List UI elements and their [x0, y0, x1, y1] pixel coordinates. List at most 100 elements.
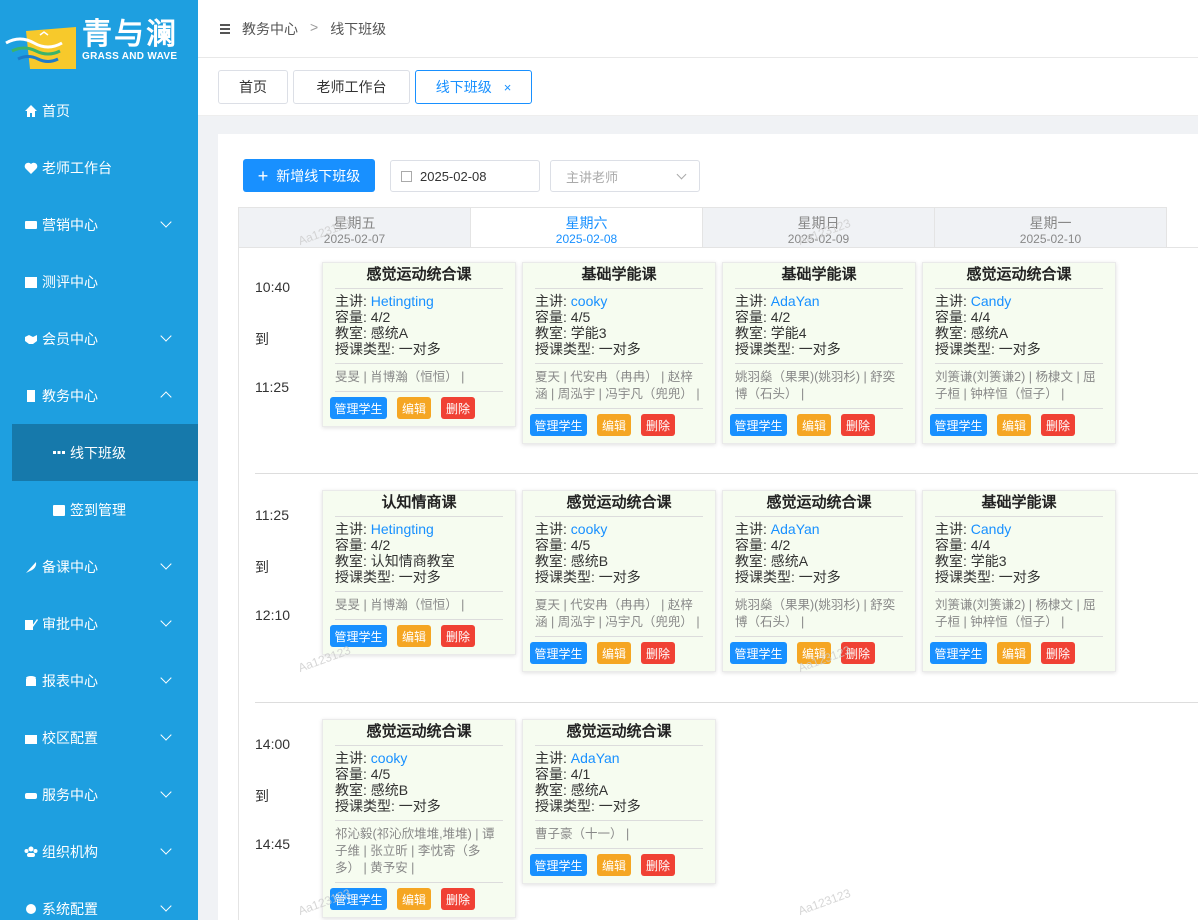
- type-value: 一对多: [598, 341, 641, 357]
- edit-button[interactable]: 编辑: [997, 414, 1031, 436]
- sidebar-item-lesson-prep[interactable]: 备课中心: [0, 538, 198, 595]
- hamburger-icon[interactable]: [220, 23, 230, 34]
- delete-button[interactable]: 删除: [641, 854, 675, 876]
- teacher-label: 主讲:: [335, 293, 371, 309]
- sidebar-item-reports[interactable]: 报表中心: [0, 652, 198, 709]
- breadcrumb-current: 线下班级: [330, 20, 387, 37]
- teacher-name[interactable]: cooky: [571, 521, 608, 537]
- manage-students-button[interactable]: 管理学生: [330, 397, 387, 419]
- chevron-down-icon[interactable]: [160, 786, 172, 798]
- sidebar-item-assessment[interactable]: 测评中心: [0, 253, 198, 310]
- manage-students-button[interactable]: 管理学生: [930, 642, 987, 664]
- sidebar-item-organization[interactable]: 组织机构: [0, 823, 198, 880]
- manage-students-button[interactable]: 管理学生: [530, 414, 587, 436]
- teacher-name[interactable]: AdaYan: [771, 521, 820, 537]
- class-room: 教室: 学能4: [735, 325, 903, 341]
- sidebar-item-teacher-workbench-label: 老师工作台: [42, 159, 112, 176]
- room-label: 教室:: [335, 782, 371, 798]
- edit-button[interactable]: 编辑: [597, 854, 631, 876]
- sidebar-item-checkin[interactable]: 签到管理: [0, 481, 198, 538]
- manage-students-button[interactable]: 管理学生: [530, 642, 587, 664]
- class-capacity: 容量: 4/5: [535, 537, 703, 553]
- breadcrumb-parent[interactable]: 教务中心: [242, 19, 298, 39]
- day-header[interactable]: 星期一 2025-02-10: [935, 207, 1167, 247]
- chevron-down-icon[interactable]: [160, 729, 172, 741]
- teacher-name[interactable]: AdaYan: [571, 750, 620, 766]
- calendar-grid-icon: [24, 275, 40, 289]
- manage-students-button[interactable]: 管理学生: [530, 854, 587, 876]
- sidebar-item-members[interactable]: 会员中心: [0, 310, 198, 367]
- chevron-down-icon[interactable]: [160, 330, 172, 342]
- tab-offline-class[interactable]: 线下班级 ×: [415, 70, 532, 104]
- teacher-name[interactable]: Candy: [971, 293, 1011, 309]
- type-value: 一对多: [398, 569, 441, 585]
- close-icon[interactable]: ×: [504, 80, 512, 95]
- room-label: 教室:: [935, 325, 971, 341]
- capacity-value: 4/5: [370, 766, 391, 782]
- edit-button[interactable]: 编辑: [597, 642, 631, 664]
- add-offline-class-button[interactable]: + 新增线下班级: [243, 159, 375, 192]
- teacher-name[interactable]: cooky: [371, 750, 408, 766]
- chevron-down-icon[interactable]: [160, 900, 172, 912]
- chevron-down-icon[interactable]: [160, 843, 172, 855]
- room-label: 教室:: [935, 553, 971, 569]
- capacity-value: 4/2: [770, 309, 791, 325]
- manage-students-button[interactable]: 管理学生: [730, 414, 787, 436]
- sidebar-item-home[interactable]: 首页: [0, 82, 198, 139]
- manage-students-button[interactable]: 管理学生: [330, 625, 387, 647]
- manage-students-button[interactable]: 管理学生: [730, 642, 787, 664]
- class-type: 授课类型: 一对多: [535, 341, 703, 357]
- class-title: 基础学能课: [935, 491, 1103, 517]
- delete-button[interactable]: 删除: [1041, 414, 1075, 436]
- day-header[interactable]: 星期五 2025-02-07: [239, 207, 471, 247]
- type-value: 一对多: [798, 341, 841, 357]
- sidebar-item-approval[interactable]: 审批中心: [0, 595, 198, 652]
- date-picker[interactable]: 2025-02-08: [390, 160, 540, 192]
- sidebar-item-marketing[interactable]: 营销中心: [0, 196, 198, 253]
- sidebar-item-organization-label: 组织机构: [42, 843, 98, 860]
- chevron-down-icon[interactable]: [160, 216, 172, 228]
- class-title: 基础学能课: [535, 263, 703, 289]
- teacher-name[interactable]: Candy: [971, 521, 1011, 537]
- calendar-check-icon: [52, 503, 68, 517]
- teacher-name[interactable]: Hetingting: [371, 293, 434, 309]
- delete-button[interactable]: 删除: [441, 625, 475, 647]
- chevron-down-icon[interactable]: [160, 672, 172, 684]
- manage-students-button[interactable]: 管理学生: [930, 414, 987, 436]
- room-value: 认知情商教室: [370, 553, 455, 569]
- tab-teacher-workbench[interactable]: 老师工作台: [293, 70, 410, 104]
- delete-button[interactable]: 删除: [641, 414, 675, 436]
- sidebar-item-academic[interactable]: 教务中心: [0, 367, 198, 424]
- delete-button[interactable]: 删除: [841, 414, 875, 436]
- teacher-name[interactable]: cooky: [571, 293, 608, 309]
- delete-button[interactable]: 删除: [1041, 642, 1075, 664]
- sidebar-item-offline-class[interactable]: 线下班级: [12, 424, 198, 481]
- delete-button[interactable]: 删除: [441, 888, 475, 910]
- teacher-name[interactable]: AdaYan: [771, 293, 820, 309]
- tab-home[interactable]: 首页: [218, 70, 288, 104]
- chevron-down-icon[interactable]: [160, 558, 172, 570]
- edit-button[interactable]: 编辑: [797, 414, 831, 436]
- teacher-select[interactable]: 主讲老师: [550, 160, 700, 192]
- edit-button[interactable]: 编辑: [597, 414, 631, 436]
- class-room: 教室: 认知情商教室: [335, 553, 503, 569]
- sidebar-item-campus[interactable]: 校区配置: [0, 709, 198, 766]
- chevron-down-icon[interactable]: [160, 615, 172, 627]
- delete-button[interactable]: 删除: [441, 397, 475, 419]
- room-value: 感统B: [570, 553, 609, 569]
- teacher-name[interactable]: Hetingting: [371, 521, 434, 537]
- class-type: 授课类型: 一对多: [335, 341, 503, 357]
- class-room: 教室: 学能3: [535, 325, 703, 341]
- edit-button[interactable]: 编辑: [997, 642, 1031, 664]
- sidebar-item-system-label: 系统配置: [42, 900, 98, 917]
- edit-button[interactable]: 编辑: [397, 397, 431, 419]
- chevron-up-icon[interactable]: [160, 391, 172, 403]
- sidebar-item-service[interactable]: 服务中心: [0, 766, 198, 823]
- sidebar-item-system[interactable]: 系统配置: [0, 880, 198, 920]
- sidebar-item-teacher-workbench[interactable]: 老师工作台: [0, 139, 198, 196]
- type-label: 授课类型:: [535, 569, 599, 585]
- edit-button[interactable]: 编辑: [397, 888, 431, 910]
- delete-button[interactable]: 删除: [641, 642, 675, 664]
- day-header[interactable]: 星期六 2025-02-08: [471, 207, 703, 247]
- edit-button[interactable]: 编辑: [397, 625, 431, 647]
